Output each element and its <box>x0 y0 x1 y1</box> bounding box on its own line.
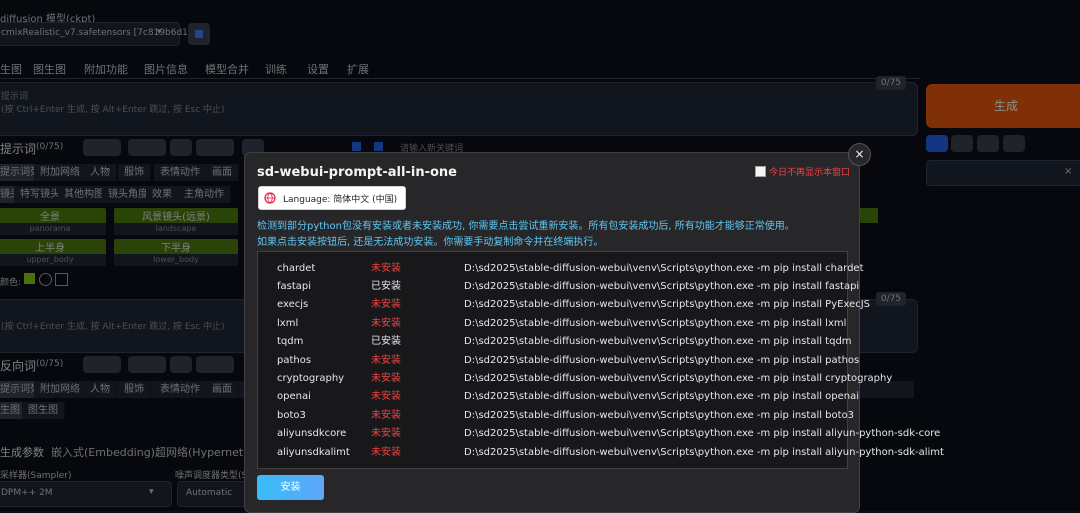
package-table: chardet 未安装 D:\sd2025\stable-diffusion-web… <box>257 251 944 469</box>
package-command[interactable]: D:\sd2025\stable-diffusion-webui\venv\Sc… <box>464 315 846 333</box>
dependency-dialog: sd-webui-prompt-all-in-one 今日不再显示本窗口 Lan… <box>244 152 944 513</box>
package-command[interactable]: D:\sd2025\stable-diffusion-webui\venv\Sc… <box>464 352 859 370</box>
install-label: 安装 <box>280 482 301 493</box>
package-status: 未安装 <box>371 447 401 458</box>
package-status: 未安装 <box>371 263 401 274</box>
close-dialog-button[interactable]: × <box>848 143 871 166</box>
package-name: chardet <box>277 263 316 274</box>
package-command[interactable]: D:\sd2025\stable-diffusion-webui\venv\Sc… <box>464 296 870 314</box>
package-status: 未安装 <box>371 318 401 329</box>
language-select[interactable]: Language: 简体中文 (中国) <box>258 186 406 210</box>
dont-show-checkbox[interactable] <box>755 166 766 177</box>
package-name: tqdm <box>277 336 304 347</box>
dialog-message-1: 检测到部分python包没有安装或者未安装成功, 你需要点击尝试重新安装。所有包… <box>257 221 795 232</box>
install-button[interactable]: 安装 <box>257 475 324 500</box>
package-name: boto3 <box>277 410 306 421</box>
package-status: 已安装 <box>371 281 401 292</box>
package-command[interactable]: D:\sd2025\stable-diffusion-webui\venv\Sc… <box>464 444 944 462</box>
package-name: cryptography <box>277 373 345 384</box>
package-name: aliyunsdkcore <box>277 428 347 439</box>
dont-show-label[interactable]: 今日不再显示本窗口 <box>769 165 850 178</box>
package-status: 未安装 <box>371 410 401 421</box>
package-command[interactable]: D:\sd2025\stable-diffusion-webui\venv\Sc… <box>464 333 852 351</box>
globe-icon <box>264 192 276 204</box>
package-name: aliyunsdkalimt <box>277 447 350 458</box>
package-command[interactable]: D:\sd2025\stable-diffusion-webui\venv\Sc… <box>464 388 859 406</box>
package-name: fastapi <box>277 281 312 292</box>
package-name: pathos <box>277 355 312 366</box>
package-status: 未安装 <box>371 299 401 310</box>
close-icon: × <box>854 147 865 161</box>
package-status: 未安装 <box>371 355 401 366</box>
package-name: openai <box>277 391 311 402</box>
package-command[interactable]: D:\sd2025\stable-diffusion-webui\venv\Sc… <box>464 425 940 443</box>
package-name: lxml <box>277 318 299 329</box>
package-command[interactable]: D:\sd2025\stable-diffusion-webui\venv\Sc… <box>464 278 859 296</box>
language-label: Language: 简体中文 (中国) <box>283 195 398 205</box>
package-status: 未安装 <box>371 373 401 384</box>
package-status: 已安装 <box>371 336 401 347</box>
dialog-title: sd-webui-prompt-all-in-one <box>257 165 457 180</box>
package-command[interactable]: D:\sd2025\stable-diffusion-webui\venv\Sc… <box>464 370 892 388</box>
package-status: 未安装 <box>371 428 401 439</box>
package-name: execjs <box>277 299 309 310</box>
package-command[interactable]: D:\sd2025\stable-diffusion-webui\venv\Sc… <box>464 260 864 278</box>
dialog-message-2: 如果点击安装按钮后, 还是无法成功安装。你需要手动复制命令并在终端执行。 <box>257 237 604 248</box>
package-status: 未安装 <box>371 391 401 402</box>
package-command[interactable]: D:\sd2025\stable-diffusion-webui\venv\Sc… <box>464 407 854 425</box>
